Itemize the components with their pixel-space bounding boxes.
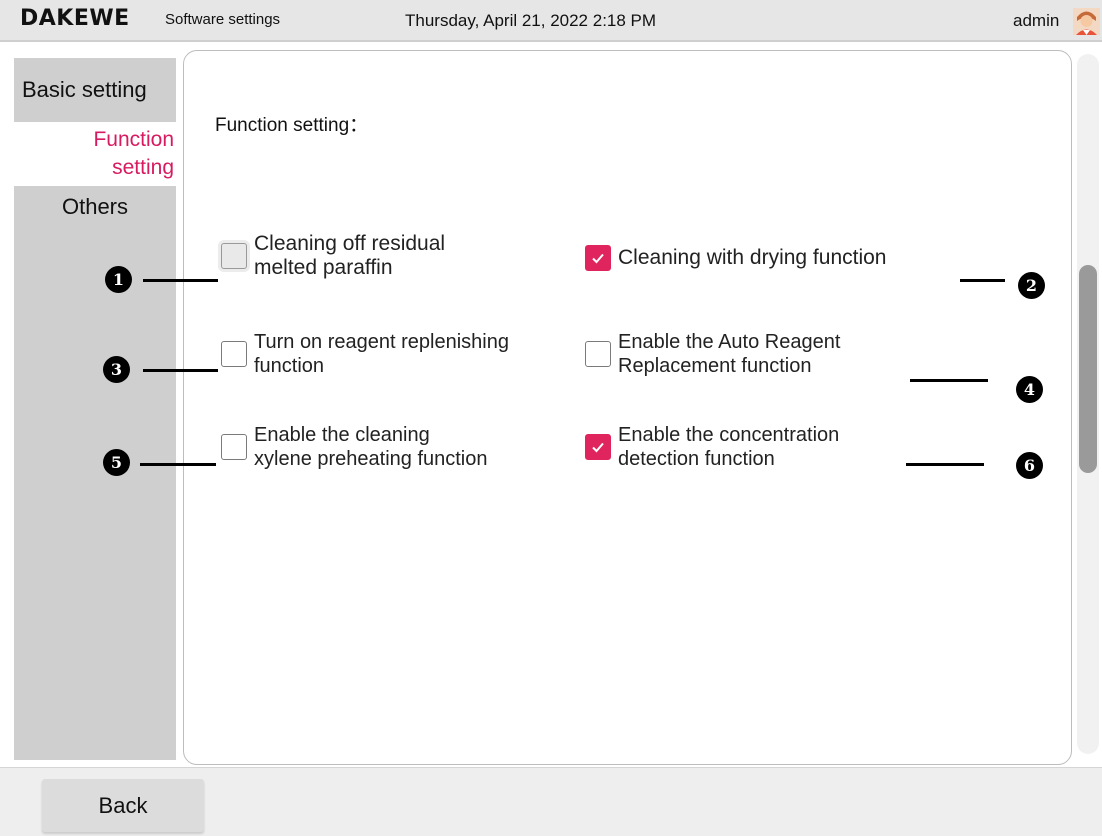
option-label: Enable the concentration detection funct… <box>618 423 839 471</box>
section-title: Function setting： <box>215 115 369 136</box>
checkbox[interactable] <box>585 434 611 460</box>
option-label-line1: Turn on reagent replenishing <box>254 331 509 353</box>
callout-line-1 <box>143 279 218 282</box>
option-concentration-detection[interactable]: Enable the concentration detection funct… <box>585 423 839 471</box>
sidebar-item-label: Others <box>61 194 129 219</box>
callout-marker-2: 2 <box>1018 272 1045 299</box>
option-label-line1: Enable the Auto Reagent <box>618 331 841 353</box>
checkbox[interactable] <box>221 434 247 460</box>
option-label-line2: function <box>254 355 325 377</box>
callout-line-3 <box>143 369 218 372</box>
option-label-line2: Replacement function <box>618 355 812 377</box>
option-label-line1: Cleaning off residual <box>254 232 446 255</box>
option-label: Enable the Auto Reagent Replacement func… <box>618 330 840 378</box>
app-title: Software settings <box>165 11 281 28</box>
option-label: Cleaning with drying function <box>618 246 887 269</box>
option-label: Cleaning off residual melted paraffin <box>254 232 445 280</box>
checkbox[interactable] <box>585 245 611 271</box>
callout-line-6 <box>906 463 984 466</box>
option-label-line1: Enable the concentration <box>618 424 840 446</box>
settings-sidebar: Basic setting Function setting Others <box>14 58 176 760</box>
callout-marker-4: 4 <box>1016 376 1043 403</box>
scrollbar-thumb[interactable] <box>1079 265 1097 473</box>
brand-logo: DAKEWE <box>20 6 130 31</box>
option-label-line2: xylene preheating function <box>254 448 488 470</box>
checkbox[interactable] <box>221 341 247 367</box>
callout-marker-3: 3 <box>103 356 130 383</box>
checkbox[interactable] <box>221 243 247 269</box>
datetime-display: Thursday, April 21, 2022 2:18 PM <box>405 11 657 30</box>
back-button[interactable]: Back <box>42 779 204 832</box>
option-label: Turn on reagent replenishing function <box>254 330 509 378</box>
sidebar-item-others[interactable]: Others <box>14 186 176 250</box>
callout-marker-6: 6 <box>1016 452 1043 479</box>
callout-line-4 <box>910 379 988 382</box>
user-avatar-icon[interactable] <box>1073 8 1100 35</box>
option-xylene-preheating[interactable]: Enable the cleaning xylene preheating fu… <box>221 423 488 471</box>
option-label-line2: melted paraffin <box>254 256 393 279</box>
callout-line-2 <box>960 279 1005 282</box>
function-settings-panel <box>183 50 1072 765</box>
callout-line-5 <box>140 463 216 466</box>
check-icon <box>592 442 604 453</box>
user-name[interactable]: admin <box>1013 11 1059 31</box>
sidebar-item-label: Basic setting <box>22 77 147 102</box>
sidebar-item-label-line2: setting <box>112 156 174 179</box>
option-label-line1: Enable the cleaning <box>254 424 430 446</box>
option-label: Enable the cleaning xylene preheating fu… <box>254 423 488 471</box>
checkbox[interactable] <box>585 341 611 367</box>
sidebar-item-label-line1: Function <box>93 128 174 151</box>
option-auto-reagent-replacement[interactable]: Enable the Auto Reagent Replacement func… <box>585 330 840 378</box>
callout-marker-5: 5 <box>103 449 130 476</box>
sidebar-item-basic-setting[interactable]: Basic setting <box>14 58 176 122</box>
callout-marker-1: 1 <box>105 266 132 293</box>
option-cleaning-drying[interactable]: Cleaning with drying function <box>585 245 887 271</box>
header-bar: DAKEWE Software settings Thursday, April… <box>0 0 1102 42</box>
check-icon <box>592 253 604 264</box>
option-reagent-replenishing[interactable]: Turn on reagent replenishing function <box>221 330 509 378</box>
option-clean-residual-paraffin[interactable]: Cleaning off residual melted paraffin <box>221 232 445 280</box>
option-label-line2: detection function <box>618 448 775 470</box>
sidebar-item-function-setting[interactable]: Function setting <box>14 122 176 186</box>
sidebar-item-label: Function setting <box>93 126 174 182</box>
